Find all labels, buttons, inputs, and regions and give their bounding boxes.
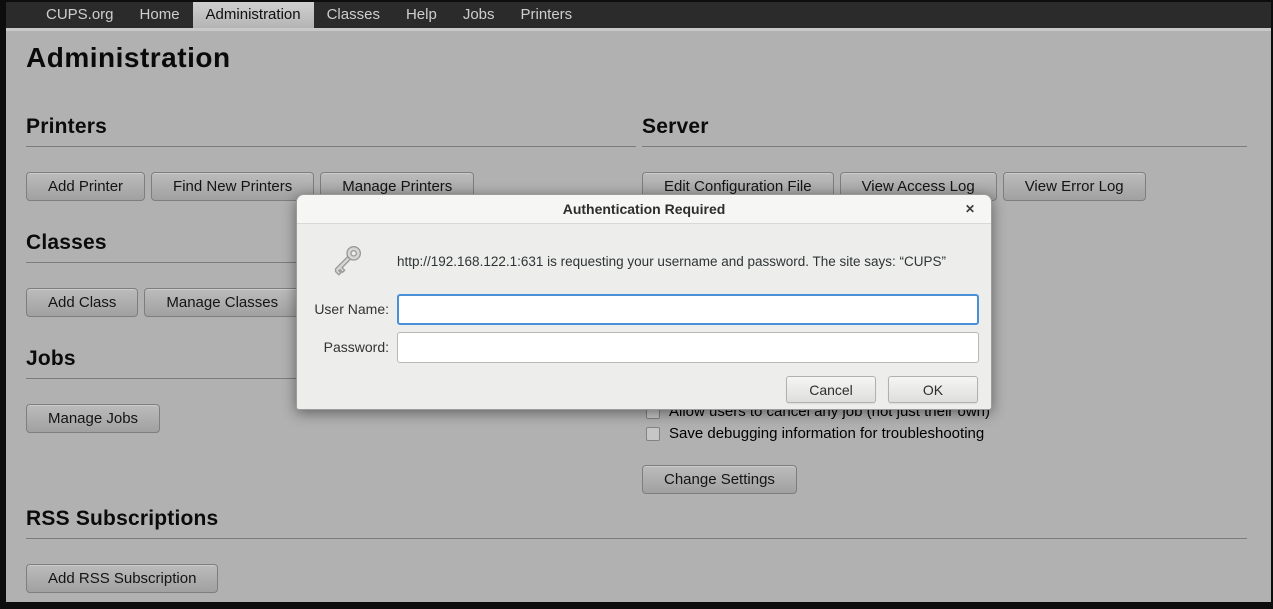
auth-dialog-body: http://192.168.122.1:631 is requesting y…: [297, 224, 991, 410]
password-label: Password:: [297, 339, 389, 355]
manage-classes-button[interactable]: Manage Classes: [144, 288, 300, 317]
add-class-button[interactable]: Add Class: [26, 288, 138, 317]
close-icon[interactable]: ✕: [961, 195, 979, 224]
ok-button[interactable]: OK: [888, 376, 978, 403]
cancel-button[interactable]: Cancel: [786, 376, 876, 403]
save-debugging-checkbox[interactable]: [646, 427, 660, 441]
password-input[interactable]: [397, 332, 979, 363]
rss-subscriptions-heading: RSS Subscriptions: [26, 507, 1247, 539]
auth-dialog-title: Authentication Required: [297, 195, 991, 224]
username-label: User Name:: [297, 301, 389, 317]
printers-section: Printers Add Printer Find New Printers M…: [26, 115, 636, 201]
nav-jobs[interactable]: Jobs: [450, 2, 508, 28]
server-section: Server Edit Configuration File View Acce…: [642, 115, 1247, 201]
auth-dialog: Authentication Required ✕ http://192.168…: [296, 194, 992, 410]
auth-message: http://192.168.122.1:631 is requesting y…: [397, 254, 981, 269]
main-nav: CUPS.org Home Administration Classes Hel…: [6, 2, 1271, 28]
add-rss-subscription-button[interactable]: Add RSS Subscription: [26, 564, 218, 593]
key-icon: [327, 240, 367, 280]
change-settings-button[interactable]: Change Settings: [642, 465, 797, 494]
setting-row: Save debugging information for troublesh…: [646, 425, 984, 442]
username-input[interactable]: [397, 294, 979, 325]
find-new-printers-button[interactable]: Find New Printers: [151, 172, 314, 201]
page-title: Administration: [26, 42, 231, 74]
save-debugging-label: Save debugging information for troublesh…: [669, 425, 984, 442]
auth-dialog-titlebar: Authentication Required ✕: [297, 195, 991, 224]
nav-home[interactable]: Home: [127, 2, 193, 28]
change-settings-wrap: Change Settings: [642, 465, 797, 494]
nav-help[interactable]: Help: [393, 2, 450, 28]
server-heading: Server: [642, 115, 1247, 147]
manage-jobs-button[interactable]: Manage Jobs: [26, 404, 160, 433]
nav-printers[interactable]: Printers: [508, 2, 586, 28]
nav-classes[interactable]: Classes: [314, 2, 393, 28]
rss-subscriptions-section: RSS Subscriptions Add RSS Subscription: [26, 507, 1247, 593]
view-error-log-button[interactable]: View Error Log: [1003, 172, 1146, 201]
nav-administration[interactable]: Administration: [193, 2, 314, 28]
nav-cups-org[interactable]: CUPS.org: [33, 2, 127, 28]
add-printer-button[interactable]: Add Printer: [26, 172, 145, 201]
window-frame: CUPS.org Home Administration Classes Hel…: [0, 0, 1273, 609]
rss-buttons: Add RSS Subscription: [26, 564, 1247, 593]
printers-heading: Printers: [26, 115, 636, 147]
